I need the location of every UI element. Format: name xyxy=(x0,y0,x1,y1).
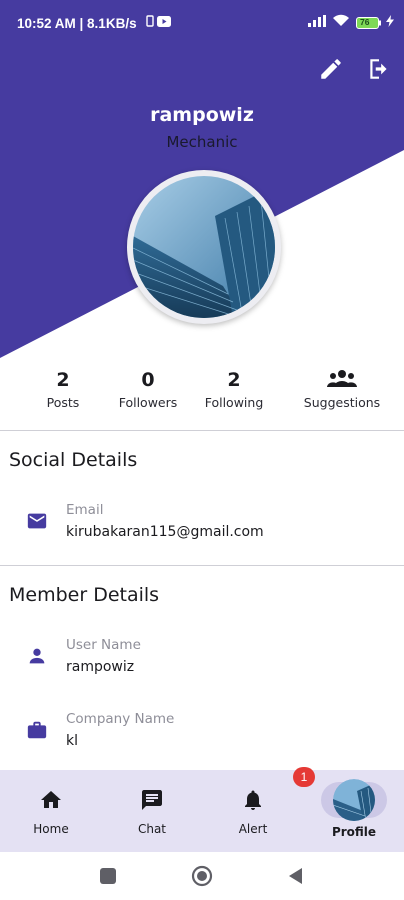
pencil-icon[interactable] xyxy=(318,56,344,82)
stat-posts[interactable]: 2 Posts xyxy=(33,368,93,413)
home-button[interactable] xyxy=(191,865,213,887)
stat-posts-value: 2 xyxy=(56,369,70,391)
avatar[interactable] xyxy=(127,170,281,324)
battery-level: 76 xyxy=(360,16,370,27)
stat-posts-label: Posts xyxy=(46,395,80,410)
member-details-title: Member Details xyxy=(9,584,160,606)
username-value: rampowiz xyxy=(66,659,135,675)
recents-button[interactable] xyxy=(100,868,116,884)
stat-followers[interactable]: 0 Followers xyxy=(113,368,183,413)
home-icon xyxy=(41,791,61,808)
avatar[interactable] xyxy=(333,779,375,821)
status-icons: 76 xyxy=(308,14,394,31)
profile-stats: 2 Posts 0 Followers 2 Following Suggesti… xyxy=(0,360,404,430)
nav-home[interactable]: Home xyxy=(11,770,91,852)
email-label: Email xyxy=(66,502,104,518)
email-icon xyxy=(26,510,48,532)
stat-followers-value: 0 xyxy=(141,369,155,391)
logout-icon[interactable] xyxy=(366,56,392,82)
bell-icon xyxy=(245,790,261,810)
alert-badge: 1 xyxy=(293,767,315,787)
stat-following[interactable]: 2 Following xyxy=(199,368,269,413)
profile-username: rampowiz xyxy=(150,104,254,126)
charging-icon xyxy=(386,14,394,31)
battery-icon: 76 xyxy=(356,16,381,29)
social-details-title: Social Details xyxy=(9,449,138,471)
stat-suggestions-label: Suggestions xyxy=(303,395,381,410)
divider xyxy=(0,430,404,431)
email-value: kirubakaran115@gmail.com xyxy=(66,524,264,540)
username-label: User Name xyxy=(66,637,141,653)
back-button[interactable] xyxy=(288,867,304,885)
nav-profile-label: Profile xyxy=(331,825,377,839)
nav-chat-label: Chat xyxy=(137,822,167,836)
group-icon xyxy=(300,368,384,392)
youtube-icon xyxy=(157,16,171,31)
chat-icon xyxy=(142,790,162,810)
briefcase-icon xyxy=(26,719,48,741)
nav-alert[interactable]: Alert xyxy=(213,770,293,852)
company-value: kl xyxy=(66,733,78,749)
divider xyxy=(0,565,404,566)
wifi-icon xyxy=(332,14,350,31)
profile-role: Mechanic xyxy=(166,133,238,151)
system-navigation-bar xyxy=(0,852,404,900)
stat-suggestions[interactable]: Suggestions xyxy=(300,368,384,413)
status-time: 10:52 AM | 8.1KB/s xyxy=(17,16,137,31)
sim-icon xyxy=(146,15,154,31)
company-label: Company Name xyxy=(66,711,175,727)
stat-followers-label: Followers xyxy=(118,395,178,410)
nav-chat[interactable]: Chat xyxy=(112,770,192,852)
stat-following-value: 2 xyxy=(227,369,241,391)
status-bar: 10:52 AM | 8.1KB/s 76 xyxy=(0,0,404,48)
nav-alert-label: Alert xyxy=(238,822,268,836)
nav-home-label: Home xyxy=(33,822,69,836)
stat-following-label: Following xyxy=(204,395,264,410)
person-icon xyxy=(26,645,48,667)
signal-icon xyxy=(308,14,326,31)
